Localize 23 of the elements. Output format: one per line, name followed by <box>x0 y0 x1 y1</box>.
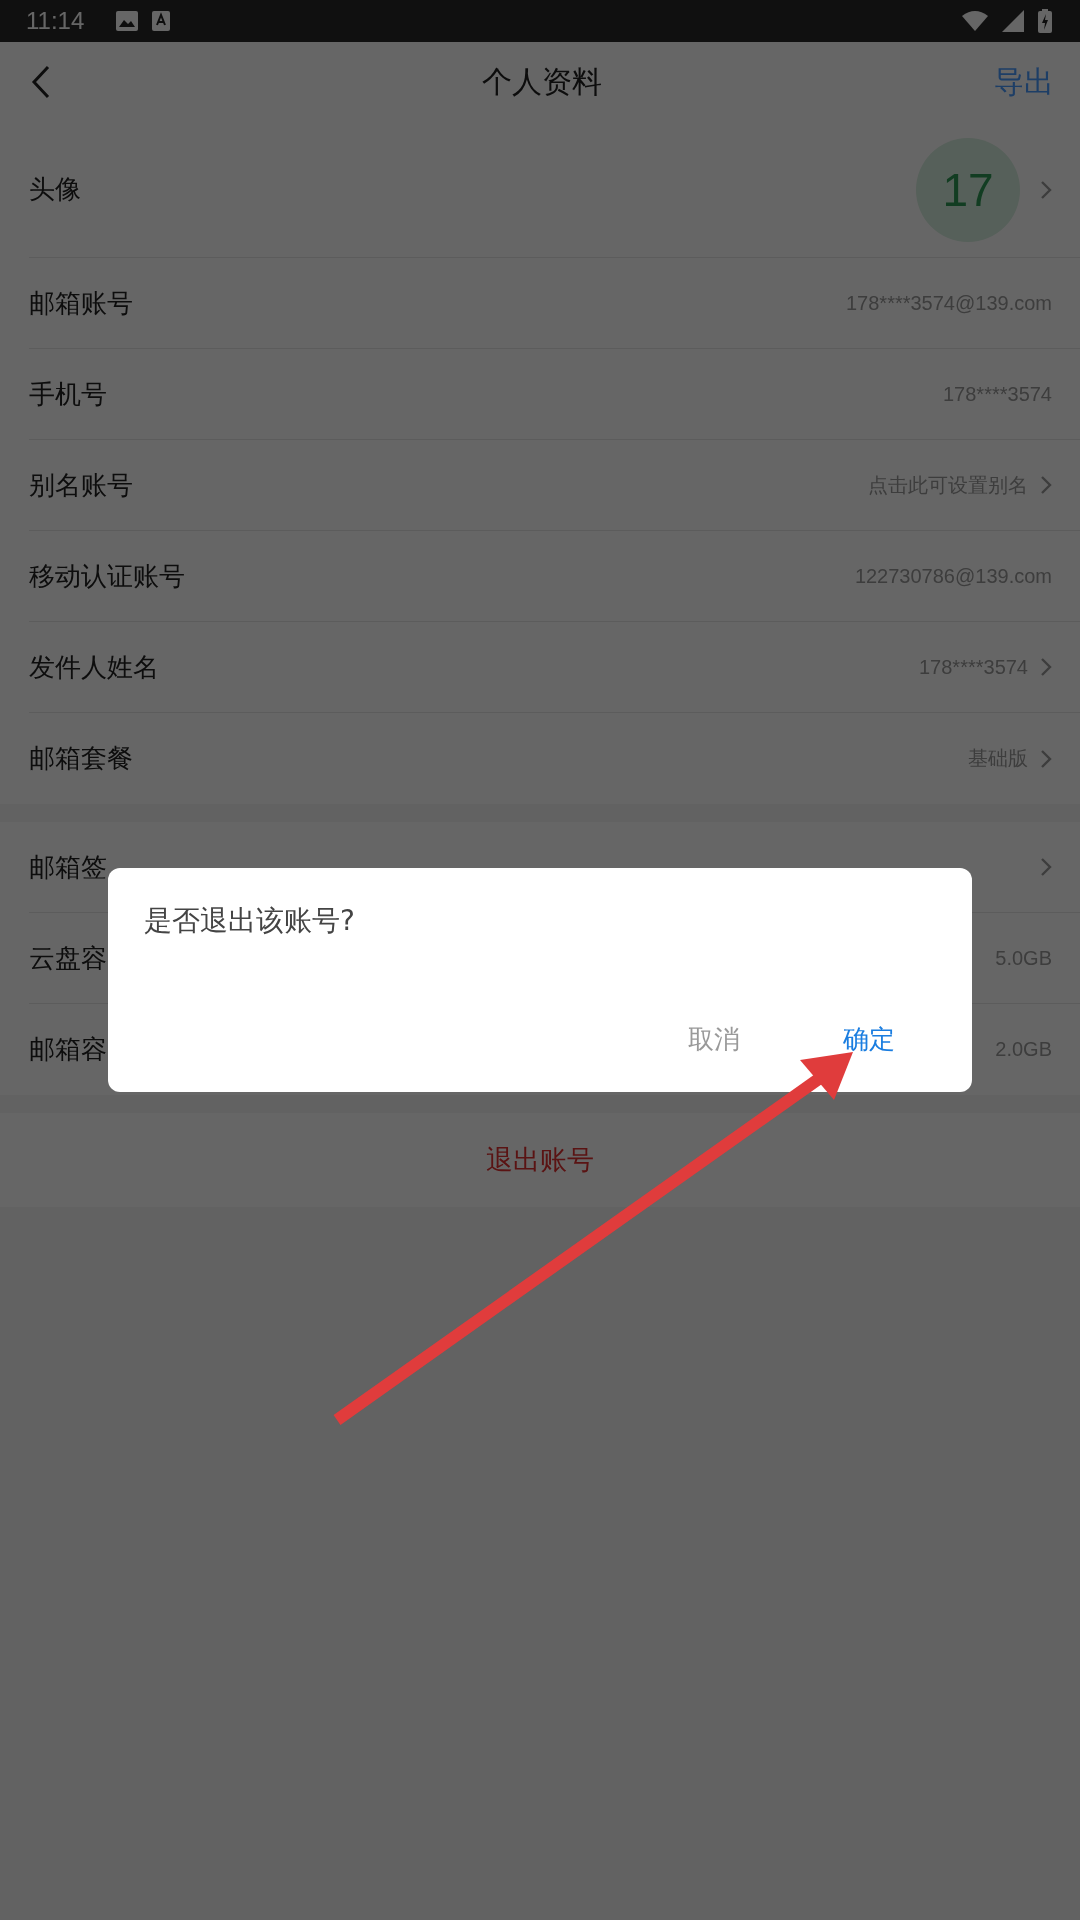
row-label: 云盘容 <box>29 941 107 975</box>
row-label: 别名账号 <box>29 468 133 502</box>
settings-row[interactable]: 头像 17 <box>29 122 1080 258</box>
page-title: 个人资料 <box>482 62 602 101</box>
row-label: 移动认证账号 <box>29 559 185 593</box>
image-icon <box>116 11 139 31</box>
export-link[interactable]: 导出 <box>994 61 1054 103</box>
status-time: 11:14 <box>26 7 85 35</box>
back-icon[interactable] <box>30 65 52 99</box>
logout-button[interactable]: 退出账号 <box>0 1113 1080 1207</box>
row-label: 邮箱套餐 <box>29 742 133 775</box>
row-label: 头像 <box>29 173 81 206</box>
signal-icon <box>1002 10 1024 32</box>
row-label: 手机号 <box>29 377 107 411</box>
wifi-icon <box>962 10 988 32</box>
battery-icon <box>1038 9 1052 33</box>
keyboard-icon <box>152 11 171 31</box>
confirm-button[interactable]: 确定 <box>843 1022 895 1057</box>
avatar-circle: 17 <box>916 137 1020 242</box>
row-label: 邮箱账号 <box>29 286 133 320</box>
row-label: 发件人姓名 <box>29 650 159 684</box>
cancel-button[interactable]: 取消 <box>688 1022 740 1057</box>
row-label: 邮箱签 <box>29 850 107 884</box>
